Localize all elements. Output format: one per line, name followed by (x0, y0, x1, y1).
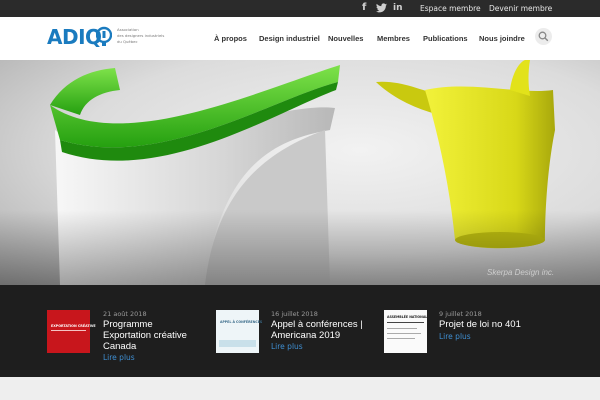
news-thumb-2-band (219, 340, 256, 347)
nav-publications[interactable]: Publications (423, 34, 468, 44)
logo-bulb-icon (96, 26, 112, 46)
news-strip: EXPORTATION CRÉATIVE 21 août 2018 Progra… (0, 285, 600, 377)
hero-credit: Skerpa Design inc. (487, 268, 555, 277)
devenir-membre-link[interactable]: Devenir membre (489, 3, 552, 14)
nav-design-industriel[interactable]: Design industriel (259, 34, 320, 44)
news-read-more-2[interactable]: Lire plus (271, 342, 303, 351)
news-date-3: 9 juillet 2018 (439, 310, 482, 318)
logo-subtitle: Association des designers industriels du… (117, 27, 165, 44)
site-header: ADIQ Association des designers industrie… (0, 17, 600, 60)
news-thumb-3-line-2 (387, 328, 417, 329)
news-thumb-3-line-3 (387, 333, 421, 334)
nav-a-propos[interactable]: À propos (214, 34, 247, 44)
news-thumb-3-line-4 (387, 338, 415, 339)
search-icon (538, 31, 549, 42)
news-thumb-1-line (51, 330, 86, 331)
twitter-icon[interactable] (376, 2, 387, 17)
hero-slider[interactable] (0, 60, 600, 285)
news-date-1: 21 août 2018 (103, 310, 147, 318)
news-read-more-3[interactable]: Lire plus (439, 332, 471, 341)
page-footer-strip (0, 377, 600, 400)
nav-nouvelles[interactable]: Nouvelles (328, 34, 363, 44)
top-utility-bar: f in Espace membre Devenir membre (0, 0, 600, 17)
linkedin-icon[interactable]: in (393, 2, 403, 14)
news-thumb-2[interactable]: APPEL À CONFÉRENCES (216, 310, 263, 353)
search-button[interactable] (535, 28, 552, 45)
news-title-3[interactable]: Projet de loi no 401 (439, 319, 521, 330)
news-thumb-3[interactable]: ASSEMBLÉE NATIONALE (384, 310, 430, 353)
news-thumb-1[interactable]: EXPORTATION CRÉATIVE (47, 310, 96, 353)
news-read-more-1[interactable]: Lire plus (103, 353, 135, 362)
espace-membre-link[interactable]: Espace membre (420, 3, 481, 14)
news-thumb-2-text: APPEL À CONFÉRENCES (220, 320, 263, 324)
nav-membres[interactable]: Membres (377, 34, 410, 44)
facebook-icon[interactable]: f (362, 2, 366, 14)
news-thumb-1-text: EXPORTATION CRÉATIVE (51, 324, 96, 328)
news-title-2[interactable]: Appel à conférences | Americana 2019 (271, 319, 363, 341)
news-title-1[interactable]: Programme Exportation créative Canada (103, 319, 187, 352)
logo-wordmark: ADIQ (47, 25, 102, 49)
news-thumb-3-text: ASSEMBLÉE NATIONALE (387, 315, 430, 319)
news-thumb-3-line-1 (387, 322, 424, 323)
nav-nous-joindre[interactable]: Nous joindre (479, 34, 525, 44)
news-date-2: 16 juillet 2018 (271, 310, 318, 318)
